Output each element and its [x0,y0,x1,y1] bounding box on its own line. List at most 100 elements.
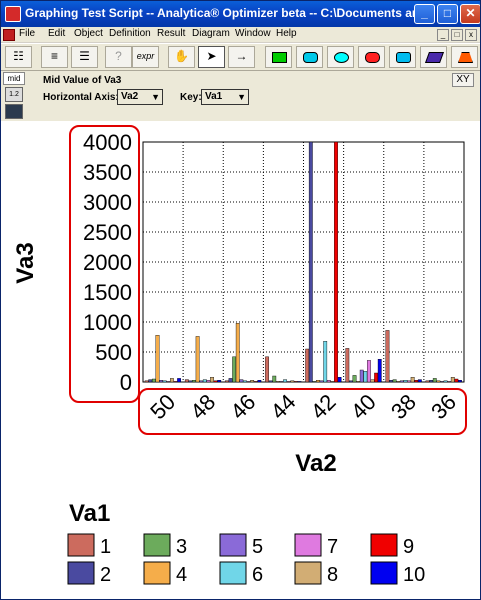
bar-5-48 [199,380,204,383]
bar-7-36 [447,381,452,383]
parallelogram-node-icon [424,52,445,63]
bar-2-38 [389,380,393,383]
result-view-sidebar: mid 1.2 [1,71,27,121]
menu-window[interactable]: Window [235,28,271,39]
bar-8-50 [169,378,174,383]
bar-4-48 [195,336,200,383]
horizontal-axis-dropdown[interactable]: Va2 ▼ [117,89,163,105]
bar-7-40 [367,360,371,383]
expr-label: expr [136,51,155,61]
general-node-button[interactable] [327,46,354,68]
bar-7-44 [286,381,291,383]
y-tick-label: 2500 [83,220,132,245]
help-tool-button[interactable]: ? [105,46,132,68]
legend-label-4: 4 [176,564,187,586]
x-tick-label: 46 [225,389,260,424]
bar-8-44 [290,380,295,383]
bar-10-44 [297,381,302,383]
bar-9-40 [374,372,379,383]
maximize-button[interactable]: □ [437,4,458,24]
bar-8-40 [370,379,375,383]
hand-tool-button[interactable]: ✋ [168,46,195,68]
x-tick-label: 36 [426,389,461,424]
bar-chart: 0500100015002000250030003500400050 48 46 44… [12,125,467,586]
legend-swatch-6 [219,561,247,585]
legend-label-3: 3 [176,536,187,558]
diagram-tool-button[interactable]: ☷ [5,46,32,68]
menu-edit[interactable]: Edit [48,28,65,39]
menu-result[interactable]: Result [157,28,185,39]
title-bar[interactable]: Graphing Test Script -- Analytica® Optim… [1,1,480,27]
decision-node-button[interactable] [265,46,292,68]
y-tick-label: 2000 [83,250,132,275]
mdi-minimize-button[interactable]: _ [437,29,449,41]
legend-swatch-9 [370,533,398,557]
bar-7-46 [246,381,251,383]
legend-label-5: 5 [252,536,263,558]
menu-help[interactable]: Help [276,28,297,39]
bar-9-48 [213,380,218,383]
bar-5-38 [399,380,404,383]
bar-3-50 [151,378,156,383]
bar-1-46 [225,380,229,383]
chance-node-button[interactable] [296,46,323,68]
bar-9-50 [173,381,178,383]
bar-9-46 [253,381,258,383]
legend-swatch-7 [294,533,322,557]
pointer-icon: ➤ [206,49,217,63]
objective-node-button[interactable] [358,46,385,68]
key-dropdown[interactable]: Va1 ▼ [201,89,249,105]
menu-object[interactable]: Object [74,28,103,39]
x-axis-highlight-box [138,388,467,435]
bar-1-36 [425,380,430,383]
y-tick-label: 500 [95,340,132,365]
expression-tool-button[interactable]: expr [132,46,159,68]
uncertainty-view-dropdown[interactable]: mid [3,72,25,85]
bar-3-36 [432,378,437,383]
legend-label-2: 2 [100,564,111,586]
rectangle-node-icon [272,52,287,63]
table-view-icon[interactable]: 1.2 [5,87,23,102]
constraint-node-button[interactable] [389,46,416,68]
x-tick-label: 50 [145,389,180,424]
legend-swatch-8 [294,561,322,585]
legend-swatch-4 [143,561,171,585]
legend-swatch-3 [143,533,171,557]
legend-swatch-5 [219,533,247,557]
menu-file[interactable]: File [19,28,35,39]
bar-5-46 [239,379,244,383]
legend-label-10: 10 [403,564,425,586]
bar-6-42 [323,340,328,383]
bar-6-44 [283,379,287,383]
index-node-button[interactable] [420,46,447,68]
outline-icon: ≡ [50,49,58,63]
xy-button[interactable]: XY [452,73,474,87]
attributes-tool-button[interactable]: ☰ [71,46,98,68]
menu-definition[interactable]: Definition [109,28,151,39]
bar-3-38 [392,379,397,383]
minimize-button[interactable]: _ [414,4,435,24]
toolbar: ☷ ≡ ☰ ? expr ✋ ➤ → [1,44,480,71]
mdi-maximize-button[interactable]: □ [451,29,463,41]
close-button[interactable]: ✕ [460,4,480,24]
module-node-button[interactable] [451,46,478,68]
menu-diagram[interactable]: Diagram [192,28,230,39]
outline-tool-button[interactable]: ≡ [41,46,68,68]
list-icon: ☰ [79,49,90,63]
bar-10-40 [377,358,382,383]
bar-10-48 [217,380,222,383]
connector-tool-button[interactable]: → [228,46,255,68]
bar-4-46 [235,322,240,383]
bar-2-44 [268,380,273,383]
bar-8-46 [250,380,255,383]
document-menu-icon[interactable] [3,29,15,41]
bar-2-36 [429,380,434,383]
rounded-node-icon [303,52,318,63]
chart-view-icon[interactable] [5,104,23,119]
mdi-close-button[interactable]: x [465,29,477,41]
bar-2-46 [228,378,233,383]
bar-4-36 [436,380,441,383]
legend-label-9: 9 [403,536,414,558]
bar-2-48 [188,380,193,383]
arrow-tool-button[interactable]: ➤ [198,46,225,68]
